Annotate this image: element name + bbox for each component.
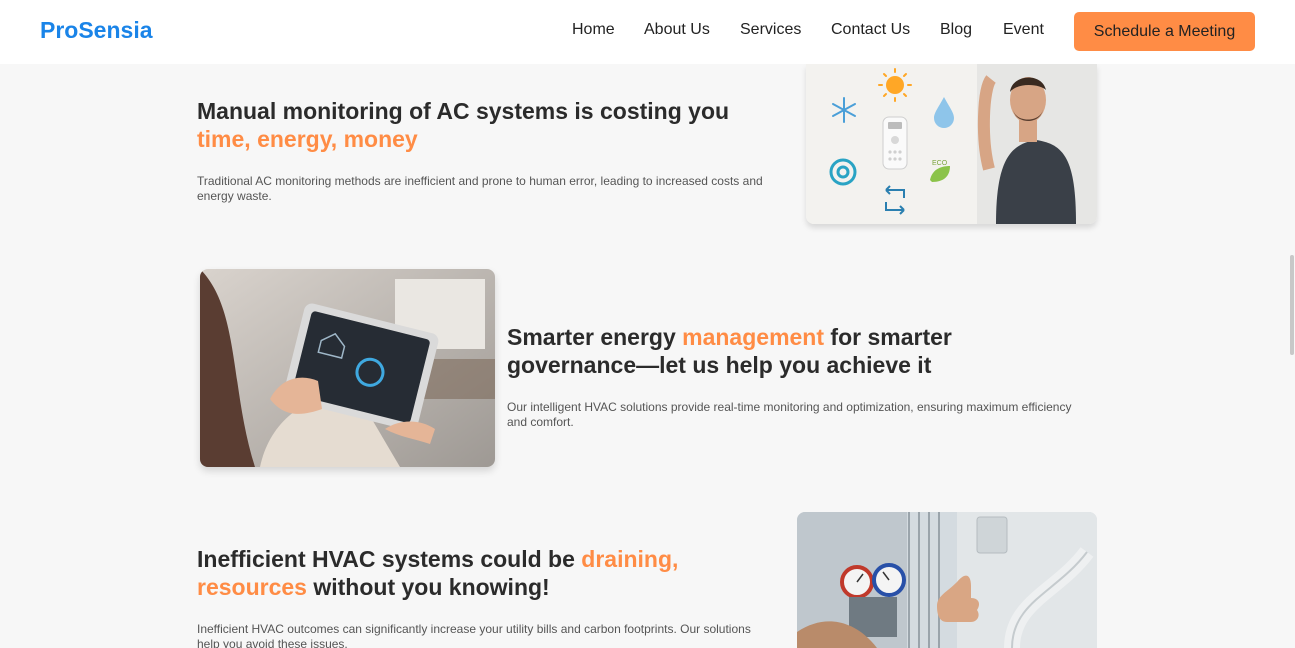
section2-title-text-b: for smarter xyxy=(830,324,952,350)
section2-title-text-c: governance—let us help you achieve it xyxy=(507,352,932,378)
nav-contact-us[interactable]: Contact Us xyxy=(831,21,910,39)
section1-title-text: Manual monitoring of AC systems is costi… xyxy=(197,98,730,124)
section3-description: Inefficient HVAC outcomes can significan… xyxy=(197,622,751,648)
section3-title-accent-b: resources xyxy=(197,574,307,600)
schedule-meeting-button[interactable]: Schedule a Meeting xyxy=(1074,12,1255,51)
remote-control-icon xyxy=(882,116,908,170)
section2-title-accent: management xyxy=(682,324,825,350)
section1-description: Traditional AC monitoring methods are in… xyxy=(197,174,763,203)
section3-title: Inefficient HVAC systems could be draini… xyxy=(197,545,757,601)
section3-title-accent-a: draining, xyxy=(581,546,679,572)
section2-title-text-a: Smarter energy xyxy=(507,324,676,350)
eco-label: ECO xyxy=(932,160,948,167)
tablet-control-image xyxy=(200,269,495,467)
site-logo[interactable]: ProSensia xyxy=(40,17,153,44)
section1-title: Manual monitoring of AC systems is costi… xyxy=(197,97,797,153)
section3-title-text-b: without you knowing! xyxy=(313,574,550,600)
nav-event[interactable]: Event xyxy=(1003,21,1044,39)
nav-home[interactable]: Home xyxy=(572,21,615,39)
ac-features-image: ECO xyxy=(806,64,1097,224)
nav-blog[interactable]: Blog xyxy=(940,21,972,39)
section3-title-text-a: Inefficient HVAC systems could be xyxy=(197,546,575,572)
section2-description: Our intelligent HVAC solutions provide r… xyxy=(507,400,1072,429)
section2-title: Smarter energy management for smarter go… xyxy=(507,323,1067,379)
scrollbar-thumb[interactable] xyxy=(1290,255,1294,355)
site-header: ProSensia Home About Us Services Contact… xyxy=(0,0,1295,64)
nav-services[interactable]: Services xyxy=(740,21,801,39)
section1-title-accent: time, energy, money xyxy=(197,126,418,152)
hvac-technician-image xyxy=(797,512,1097,648)
nav-about-us[interactable]: About Us xyxy=(644,21,710,39)
